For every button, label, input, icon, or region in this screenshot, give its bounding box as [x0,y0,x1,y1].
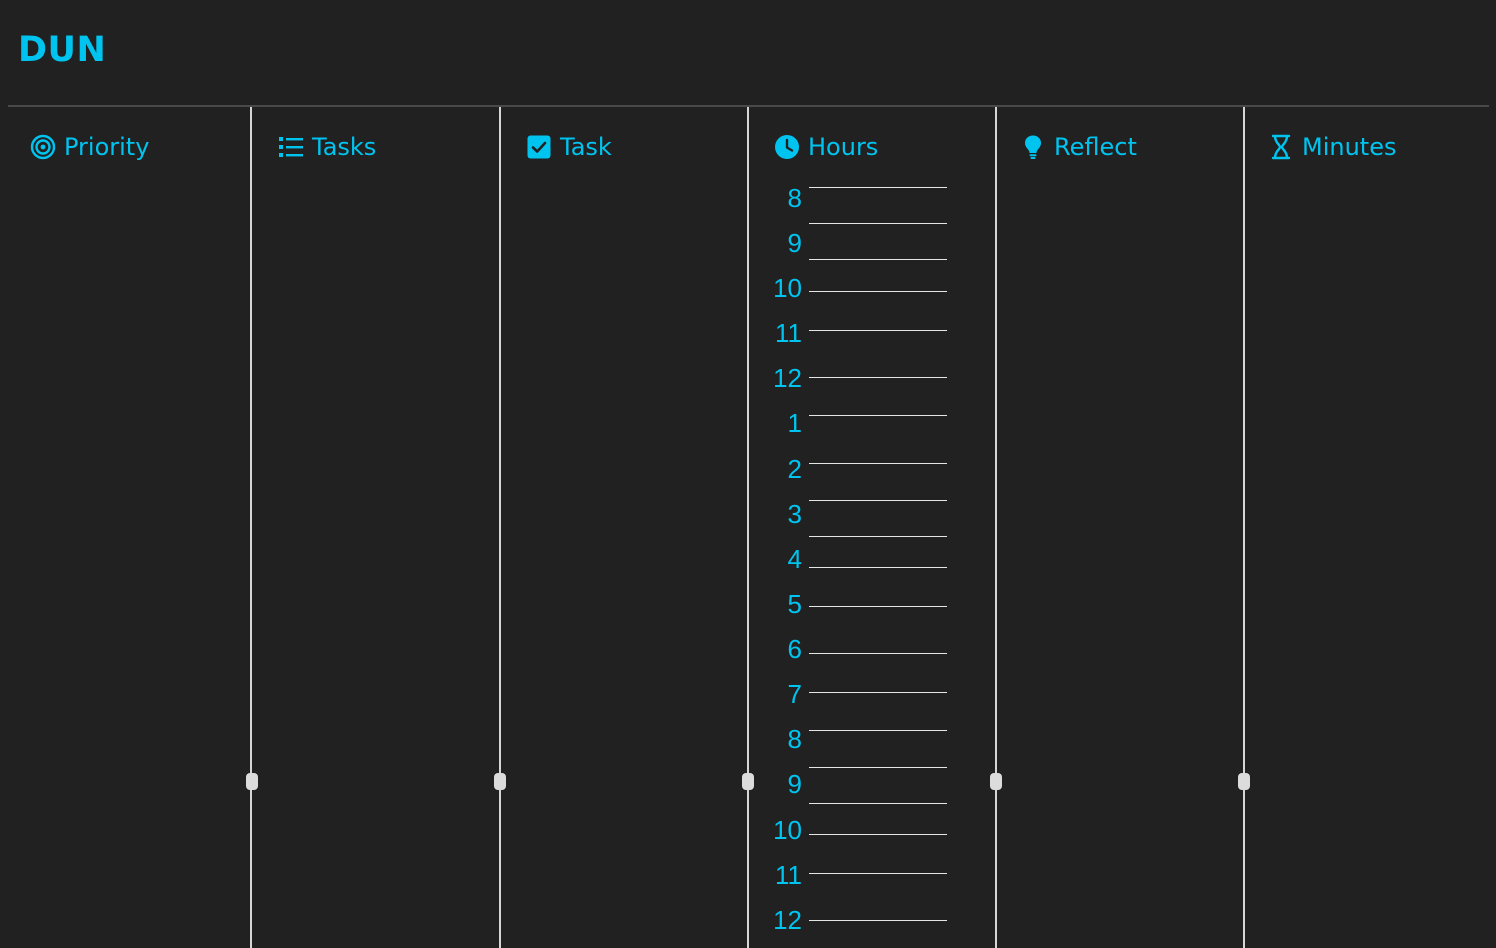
column-divider-2 [499,107,501,948]
hour-slot[interactable]: 10 [760,271,950,305]
column-header-reflect[interactable]: Reflect [1020,130,1137,164]
hour-line [809,415,947,416]
column-label-task: Task [560,133,612,161]
hour-line [809,730,947,731]
hour-slot[interactable]: 1 [760,406,950,440]
hour-line [809,653,947,654]
checkbox-icon [526,134,552,160]
hour-line [809,920,947,921]
hour-slot[interactable]: 9 [760,226,950,260]
hourglass-icon [1268,134,1294,160]
hour-label: 6 [787,634,802,664]
hour-line [809,463,947,464]
hour-line [809,330,947,331]
hour-label: 9 [787,228,802,258]
app-root: DUN Priority Tasks Task Hours Reflect Mi… [0,0,1496,948]
hour-label: 10 [773,815,802,845]
app-title: DUN [18,30,107,70]
column-divider-5 [1243,107,1245,948]
hour-line [809,834,947,835]
hour-line [809,223,947,224]
hour-line [809,291,947,292]
hour-label: 8 [787,724,802,754]
column-resize-handle-1[interactable] [246,773,258,790]
column-resize-handle-4[interactable] [990,773,1002,790]
hour-slot[interactable]: 12 [760,903,950,937]
column-header-tasks[interactable]: Tasks [278,130,376,164]
column-header-minutes[interactable]: Minutes [1268,130,1396,164]
column-label-priority: Priority [64,133,150,161]
hour-label: 11 [775,860,802,890]
column-label-tasks: Tasks [312,133,377,161]
hour-slot[interactable]: 7 [760,677,950,711]
column-header-priority[interactable]: Priority [30,130,149,164]
hour-slot[interactable]: 5 [760,587,950,621]
hour-line [809,187,947,188]
column-header-task[interactable]: Task [526,130,612,164]
hour-slot[interactable]: 10 [760,813,950,847]
lightbulb-icon [1020,134,1046,160]
hour-line [809,536,947,537]
column-divider-3 [747,107,749,948]
hour-label: 10 [773,273,802,303]
hour-label: 9 [787,769,802,799]
hour-line [809,606,947,607]
list-icon [278,134,304,160]
hour-slot[interactable]: 6 [760,632,950,666]
target-icon [30,134,56,160]
clock-icon [774,134,800,160]
column-label-minutes: Minutes [1302,133,1397,161]
hour-label: 12 [773,905,802,935]
column-label-reflect: Reflect [1054,133,1137,161]
hour-line [809,692,947,693]
hour-line [809,259,947,260]
hour-label: 11 [775,318,802,348]
hour-label: 8 [787,183,802,213]
column-label-hours: Hours [808,133,879,161]
hour-slot[interactable]: 11 [760,858,950,892]
column-divider-4 [995,107,997,948]
hour-label: 4 [787,544,802,574]
hour-line [809,873,947,874]
hour-label: 7 [787,679,802,709]
hour-slot[interactable]: 3 [760,497,950,537]
column-resize-handle-3[interactable] [742,773,754,790]
hour-slot[interactable]: 12 [760,361,950,395]
hour-slot[interactable]: 9 [760,767,950,804]
hour-line [809,803,947,804]
hour-slot[interactable]: 4 [760,542,950,576]
hour-label: 2 [787,454,802,484]
column-resize-handle-2[interactable] [494,773,506,790]
column-resize-handle-5[interactable] [1238,773,1250,790]
hour-line [809,567,947,568]
column-divider-1 [250,107,252,948]
hour-slot[interactable]: 8 [760,722,950,768]
hour-slot[interactable]: 2 [760,452,950,501]
hour-slot[interactable]: 11 [760,316,950,350]
column-header-hours[interactable]: Hours [774,130,878,164]
hour-label: 3 [787,499,802,529]
hour-line [809,377,947,378]
hour-slot[interactable]: 8 [760,181,950,224]
hour-label: 1 [787,408,802,438]
hour-label: 5 [787,589,802,619]
hour-label: 12 [773,363,802,393]
